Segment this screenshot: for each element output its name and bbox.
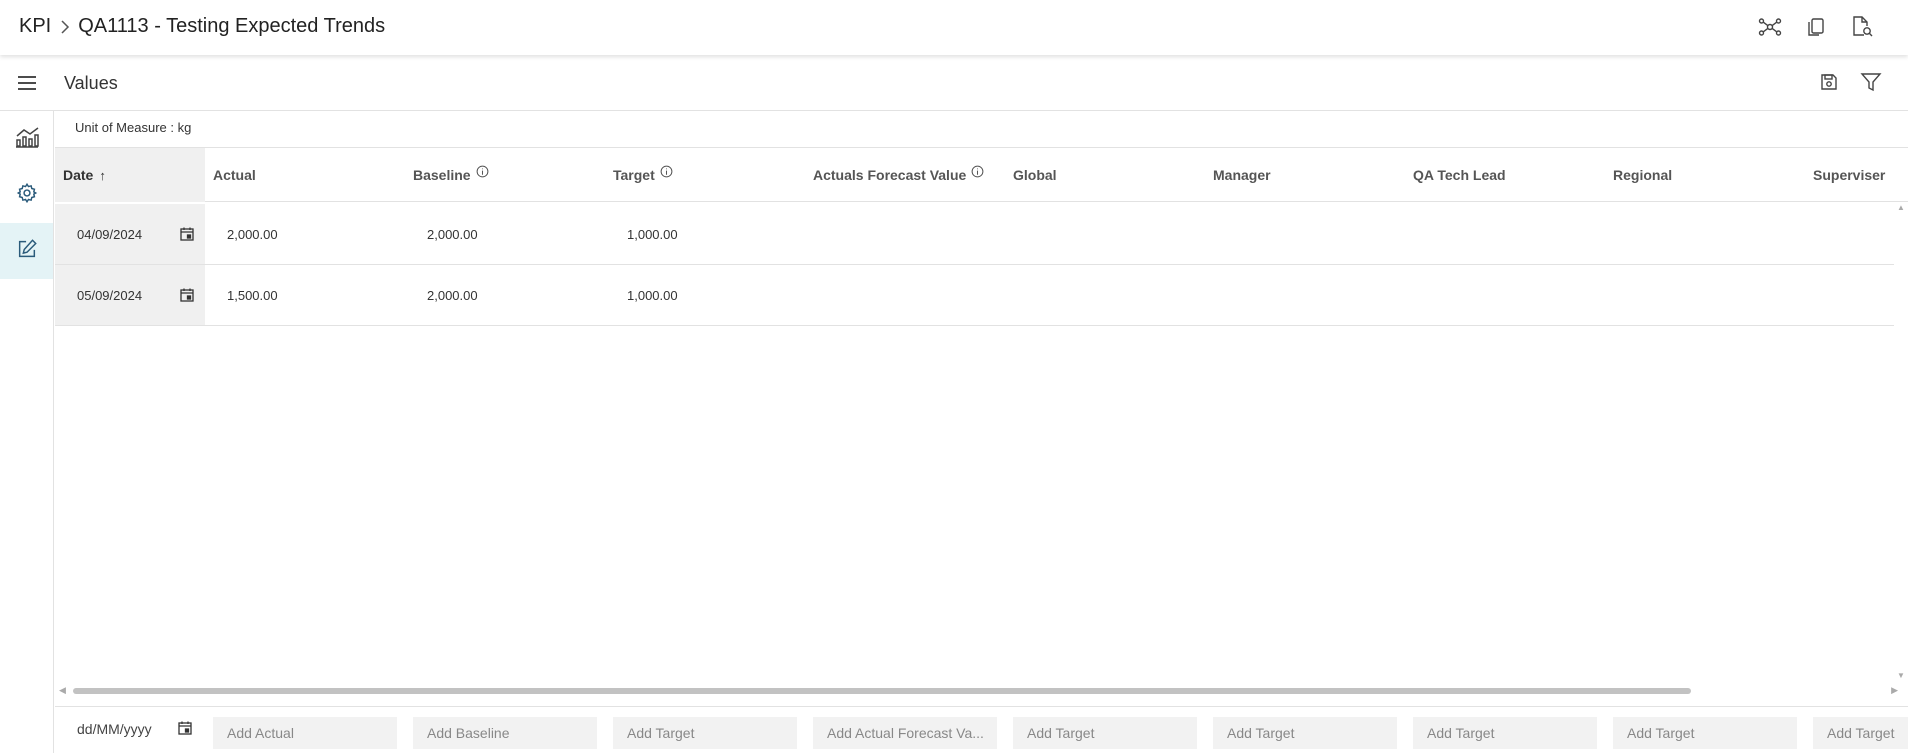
chevron-right-icon [60, 19, 70, 35]
unit-of-measure: Unit of Measure : kg [75, 120, 192, 135]
baseline-cell[interactable]: 2,000.00 [427, 204, 478, 264]
actual-cell[interactable]: 2,000.00 [227, 204, 278, 264]
table-header: Date ↑ Actual Baseline Target Actuals Fo… [55, 148, 1908, 202]
gear-icon [16, 182, 38, 209]
chart-icon [14, 125, 40, 154]
add-regional-target-input[interactable]: Add Target [1613, 717, 1797, 749]
column-header-date[interactable]: Date ↑ [55, 148, 205, 202]
info-icon[interactable] [971, 165, 984, 178]
column-header-actual[interactable]: Actual [213, 148, 256, 202]
nav-item-chart[interactable] [0, 111, 53, 167]
copy-icon[interactable] [1803, 14, 1829, 40]
column-header-manager[interactable]: Manager [1213, 148, 1271, 202]
column-header-actuals-forecast-value[interactable]: Actuals Forecast Value [813, 148, 984, 202]
calendar-icon[interactable] [177, 720, 193, 736]
side-navigation [0, 111, 54, 753]
table-row[interactable]: 04/09/2024 2,000.00 2,000.00 1,000.00 [55, 204, 1894, 265]
menu-icon[interactable] [14, 70, 40, 96]
baseline-cell[interactable]: 2,000.00 [427, 265, 478, 325]
add-baseline-input[interactable]: Add Baseline [413, 717, 597, 749]
new-date-field[interactable]: dd/MM/yyyy [77, 721, 152, 737]
horizontal-scrollbar[interactable]: ◀ ▶ [55, 684, 1908, 698]
column-header-qa-tech-lead[interactable]: QA Tech Lead [1413, 148, 1506, 202]
column-header-baseline[interactable]: Baseline [413, 148, 489, 202]
filter-icon[interactable] [1858, 69, 1884, 95]
table-row[interactable]: 05/09/2024 1,500.00 2,000.00 1,000.00 [55, 265, 1894, 326]
column-header-global[interactable]: Global [1013, 148, 1057, 202]
actual-cell[interactable]: 1,500.00 [227, 265, 278, 325]
section-title: Values [64, 73, 118, 93]
nav-item-settings[interactable] [0, 167, 53, 223]
hierarchy-icon[interactable] [1757, 14, 1783, 40]
breadcrumb-current: QA1113 - Testing Expected Trends [78, 15, 386, 37]
scroll-right-arrow-icon[interactable]: ▶ [1891, 685, 1898, 696]
info-icon[interactable] [476, 165, 489, 178]
column-header-regional[interactable]: Regional [1613, 148, 1672, 202]
column-header-superviser[interactable]: Superviser [1813, 148, 1885, 202]
target-cell[interactable]: 1,000.00 [627, 204, 678, 264]
scroll-up-arrow-icon[interactable]: ▲ [1897, 203, 1905, 212]
values-grid: Unit of Measure : kg Date ↑ Actual Basel… [55, 111, 1908, 753]
add-value-row: dd/MM/yyyy Add Actual Add Baseline Add T… [55, 706, 1908, 753]
scroll-down-arrow-icon[interactable]: ▼ [1897, 671, 1905, 680]
date-cell[interactable]: 04/09/2024 [55, 204, 205, 264]
add-target-input[interactable]: Add Target [613, 717, 797, 749]
info-icon[interactable] [660, 165, 673, 178]
target-cell[interactable]: 1,000.00 [627, 265, 678, 325]
top-bar: KPI QA1113 - Testing Expected Trends [0, 0, 1908, 55]
nav-item-edit-values[interactable] [0, 223, 53, 279]
calendar-icon[interactable] [179, 226, 195, 242]
vertical-scrollbar[interactable]: ▲ ▼ [1894, 203, 1908, 680]
breadcrumb: KPI QA1113 - Testing Expected Trends [19, 15, 385, 38]
save-icon[interactable] [1816, 69, 1842, 95]
edit-icon [16, 238, 38, 265]
add-qa-tech-lead-target-input[interactable]: Add Target [1413, 717, 1597, 749]
values-header: Values [0, 56, 1908, 111]
scroll-left-arrow-icon[interactable]: ◀ [59, 685, 66, 696]
scrollbar-thumb[interactable] [73, 688, 1691, 694]
column-header-target[interactable]: Target [613, 148, 673, 202]
document-search-icon[interactable] [1849, 14, 1875, 40]
add-global-target-input[interactable]: Add Target [1013, 717, 1197, 749]
date-cell[interactable]: 05/09/2024 [55, 265, 205, 325]
breadcrumb-root[interactable]: KPI [19, 15, 51, 38]
add-superviser-target-input[interactable]: Add Target [1813, 717, 1908, 749]
add-actual-forecast-value-input[interactable]: Add Actual Forecast Va... [813, 717, 997, 749]
add-manager-target-input[interactable]: Add Target [1213, 717, 1397, 749]
calendar-icon[interactable] [179, 287, 195, 303]
add-actual-input[interactable]: Add Actual [213, 717, 397, 749]
sort-ascending-icon[interactable]: ↑ [99, 168, 106, 183]
